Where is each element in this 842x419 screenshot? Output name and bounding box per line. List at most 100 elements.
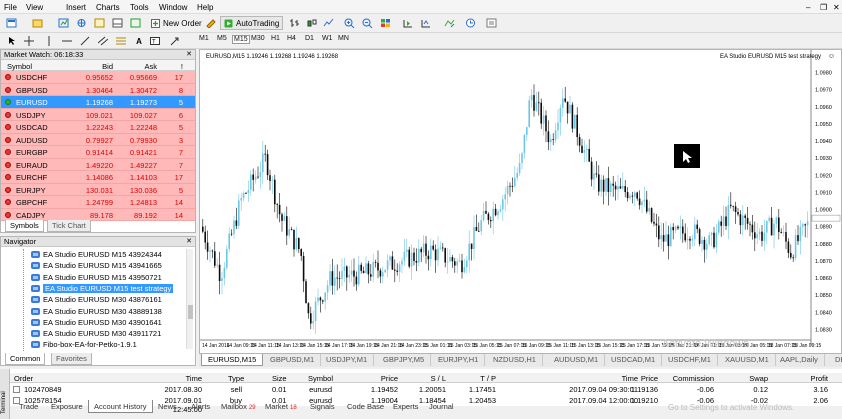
menu-insert[interactable]: Insert [66,3,86,12]
chart-shift-icon[interactable] [400,16,414,30]
navigator-expert-item[interactable]: EA Studio EURUSD M30 43901641 [31,317,162,328]
terminal-icon[interactable] [110,16,124,30]
terminal-col-header[interactable]: Type [228,374,244,383]
market-watch-row[interactable]: USDCHF 0.95652 0.95669 17 [1,71,195,84]
market-watch-row[interactable]: USDJPY 109.021 109.027 6 [1,108,195,121]
terminal-col-header[interactable]: Profit [800,374,828,383]
strategy-tester-icon[interactable] [128,16,142,30]
candlesticks-icon[interactable] [304,16,318,30]
chart-tab[interactable]: GBPJPY,M5 [377,354,432,366]
close-icon[interactable]: ✕ [833,3,840,12]
terminal-row[interactable]: 1024708492017.08.30 08:30:00sell0.01euru… [10,384,842,403]
navigator-expert-item[interactable]: EA Studio EURUSD M30 43889138 [31,306,162,317]
navigator-expert-item[interactable]: EA Studio EURUSD M30 43911721 [31,328,161,339]
data-window-icon[interactable] [74,16,88,30]
terminal-tab[interactable]: News [153,400,182,413]
tf-m1[interactable]: M1 [199,35,209,42]
col-spread[interactable]: ! [181,62,183,71]
terminal-tab[interactable]: Account History [88,400,153,413]
market-watch-row[interactable]: EURCHF 1.14086 1.14103 17 [1,171,195,184]
terminal-tab[interactable]: Journal [424,400,459,413]
chart-tab[interactable]: USDCAD,M1 [605,354,663,366]
terminal-tab[interactable]: Code Base [342,400,389,413]
terminal-col-header[interactable]: T / P [468,374,496,383]
market-watch-row[interactable]: EURUSD 1.19268 1.19273 5 [1,96,195,109]
chart-tab[interactable]: NZDUSD,H1 [487,354,543,366]
tf-m30[interactable]: M30 [251,35,265,42]
terminal-tab[interactable]: Experts [388,400,423,413]
tab-common[interactable]: Common [5,353,46,365]
navigator-scrollbar[interactable] [186,249,193,349]
navigator-expert-item[interactable]: EA Studio EURUSD M15 43941665 [31,260,162,271]
terminal-col-header[interactable]: Size [272,374,287,383]
terminal-col-header[interactable]: S / L [418,374,446,383]
templates-icon[interactable] [484,16,498,30]
crosshair-icon[interactable] [22,34,36,48]
terminal-tab[interactable]: Trade [14,400,43,413]
fibonacci-icon[interactable] [114,34,128,48]
terminal-col-header[interactable]: Time [158,374,202,383]
new-chart-icon[interactable] [4,16,18,30]
tf-m15[interactable]: M15 [232,35,250,44]
menu-file[interactable]: File [4,3,17,12]
navigator-expert-item[interactable]: Fibo-box-EA-for-Petko-1.9.1 [31,339,137,350]
menu-help[interactable]: Help [197,3,213,12]
terminal-tab[interactable]: Mailbox 29 [216,400,261,413]
navigator-expert-item[interactable]: EA Studio EURUSD M15 test strategy [31,283,174,294]
periods-icon[interactable] [463,16,477,30]
price-chart[interactable]: 1.0980 1.0970 1.0960 1.0950 1.0940 1.0930 1.09… [200,50,841,353]
terminal-tab[interactable]: Signals [305,400,340,413]
menu-charts[interactable]: Charts [96,3,120,12]
auto-scroll-icon[interactable] [418,16,432,30]
navigator-icon[interactable] [92,16,106,30]
navigator-expert-item[interactable]: EA Studio EURUSD M15 43924344 [31,249,162,260]
new-order-button[interactable]: New Order [148,16,205,30]
navigator-expert-item[interactable]: EA Studio EURUSD M15 43950721 [31,272,162,283]
chart-tab[interactable]: AUDUSD,M1 [548,354,606,366]
chart-window[interactable]: EURUSD,M15 1.19246 1.19268 1.19246 1.192… [199,49,842,354]
market-watch-row[interactable]: USDCAD 1.22243 1.22248 5 [1,121,195,134]
arrows-icon[interactable] [168,34,182,48]
tf-h4[interactable]: H4 [287,35,296,42]
chart-tab[interactable]: EURJPY,H1 [432,354,486,366]
horizontal-line-icon[interactable] [60,34,74,48]
navigator-close-icon[interactable]: ✕ [185,238,193,246]
menu-view[interactable]: View [26,3,43,12]
market-watch-icon[interactable] [56,16,70,30]
line-chart-icon[interactable] [321,16,335,30]
tab-favorites[interactable]: Favorites [51,353,92,365]
terminal-col-header[interactable]: Commission [670,374,714,383]
zoom-out-icon[interactable] [360,16,374,30]
chart-tab[interactable]: AAPL,Daily [774,354,825,366]
zoom-in-icon[interactable] [342,16,356,30]
tf-h1[interactable]: H1 [271,35,280,42]
market-watch-close-icon[interactable]: ✕ [185,51,193,59]
channel-icon[interactable] [96,34,110,48]
market-watch-row[interactable]: EURGBP 0.91414 0.91421 7 [1,146,195,159]
restore-icon[interactable]: ❐ [820,3,827,12]
chart-tab[interactable]: GBPUSD,M1 [264,354,322,366]
terminal-col-header[interactable]: Price [630,374,658,383]
col-bid[interactable]: Bid [102,62,113,71]
terminal-col-header[interactable]: Symbol [308,374,333,383]
text-label-icon[interactable]: T [148,34,162,48]
market-watch-row[interactable]: EURAUD 1.49220 1.49227 7 [1,158,195,171]
autotrading-button[interactable]: AutoTrading [220,16,284,30]
terminal-col-header[interactable]: Swap [738,374,768,383]
vertical-line-icon[interactable] [42,34,56,48]
terminal-tab[interactable]: Market 18 [260,400,302,413]
terminal-tab[interactable]: Exposure [46,400,88,413]
chart-tab[interactable]: USDCHF,M1 [662,354,718,366]
tf-mn[interactable]: MN [338,35,349,42]
chart-tab[interactable]: XAUUSD,M1 [719,354,776,366]
chart-tab[interactable]: DE30 [829,354,842,366]
menu-tools[interactable]: Tools [130,3,149,12]
tf-w1[interactable]: W1 [322,35,333,42]
menu-window[interactable]: Window [159,3,187,12]
terminal-tab[interactable]: Alerts [186,400,215,413]
terminal-col-header[interactable]: Order [14,374,74,383]
trendline-icon[interactable] [78,34,92,48]
tf-m5[interactable]: M5 [217,35,227,42]
navigator-expert-item[interactable]: EA Studio EURUSD M30 43876161 [31,294,162,305]
chart-tab[interactable]: USDJPY,M1 [320,354,375,366]
